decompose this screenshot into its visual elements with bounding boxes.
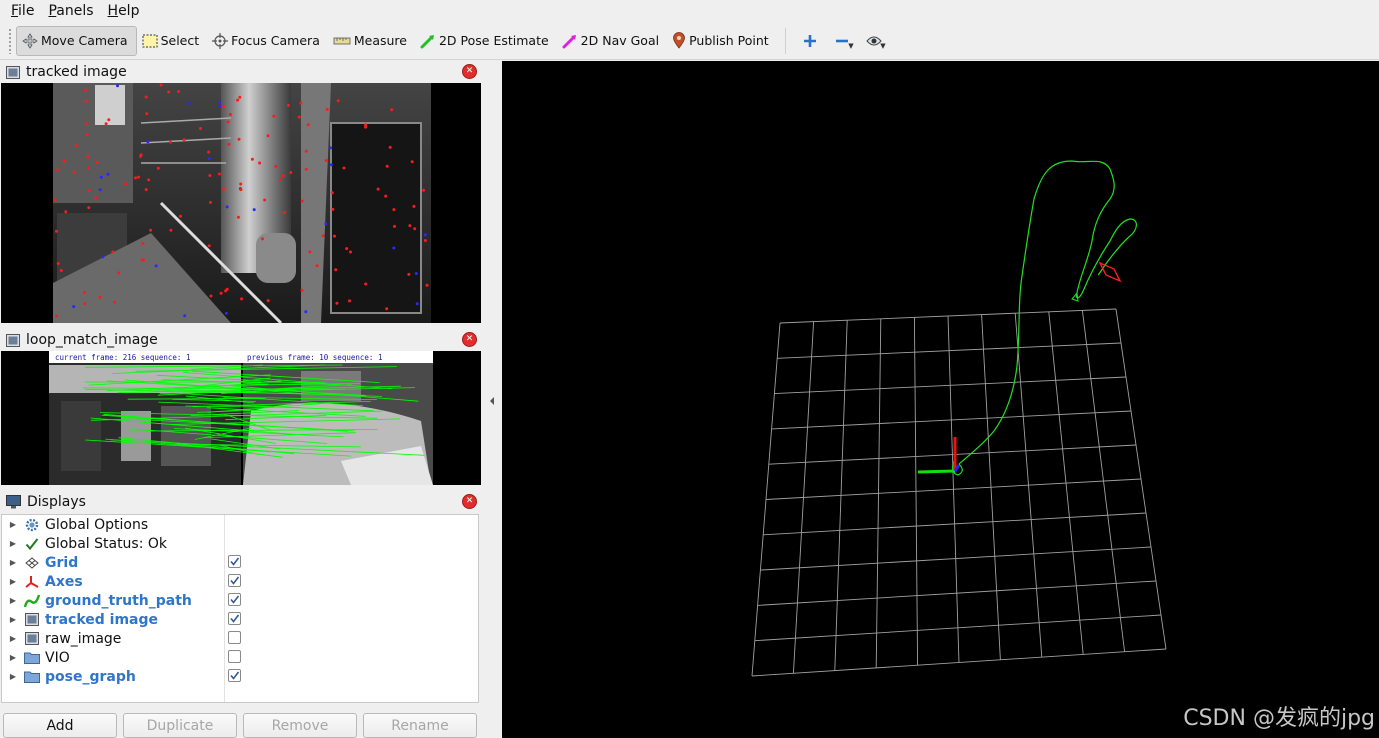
gear-icon — [25, 518, 39, 531]
measure-button[interactable]: Measure — [328, 26, 415, 56]
display-item-pose-graph[interactable]: ▶ pose_graph — [2, 667, 478, 686]
current-frame-label: current frame: 216 sequence: 1 — [55, 353, 190, 362]
display-item-global-status[interactable]: ▶ Global Status: Ok — [2, 534, 478, 553]
trajectory-end-loop — [1071, 291, 1079, 302]
view-options-button[interactable]: ▼ — [858, 26, 890, 56]
grid-icon — [25, 556, 39, 569]
menu-panels[interactable]: Panels — [41, 3, 100, 19]
close-icon[interactable]: ✕ — [462, 64, 477, 79]
collapse-arrow-icon[interactable] — [490, 397, 494, 405]
render-3d-view[interactable]: CSDN @发疯的jpg — [502, 61, 1379, 738]
display-item-tracked-image[interactable]: ▶ tracked image — [2, 610, 478, 629]
expand-arrow-icon[interactable]: ▶ — [6, 596, 20, 605]
displays-tree[interactable]: ▶ Global Options ▶ Global Status: Ok ▶ G… — [1, 514, 479, 703]
display-item-raw-image[interactable]: ▶ raw_image — [2, 629, 478, 648]
toolbar: Move Camera Select Focus Camera Measure … — [0, 22, 1379, 60]
menu-bar: File Panels Help — [0, 0, 1379, 22]
ground-truth-path-checkbox[interactable] — [228, 593, 241, 606]
image-icon — [6, 333, 20, 347]
pose-graph-checkbox[interactable] — [228, 669, 241, 682]
panel-title-bar[interactable]: loop_match_image ✕ — [1, 329, 481, 351]
tracked-image-view[interactable] — [1, 83, 481, 323]
dock-splitter[interactable] — [482, 61, 502, 738]
display-item-ground-truth-path[interactable]: ▶ ground_truth_path — [2, 591, 478, 610]
add-tool-button[interactable] — [794, 26, 826, 56]
duplicate-button[interactable]: Duplicate — [123, 713, 237, 738]
pose-estimate-button[interactable]: 2D Pose Estimate — [415, 26, 557, 56]
select-button[interactable]: Select — [137, 26, 208, 56]
add-button[interactable]: Add — [3, 713, 117, 738]
move-camera-icon — [22, 32, 38, 49]
tracked-image-panel: tracked image ✕ — [1, 61, 481, 323]
image-icon — [25, 632, 39, 645]
image-icon — [6, 65, 20, 79]
toolbar-grip[interactable] — [8, 27, 12, 54]
ground-grid — [751, 308, 1167, 677]
expand-arrow-icon[interactable]: ▶ — [6, 672, 20, 681]
folder-icon — [24, 671, 40, 683]
previous-frame-label: previous frame: 10 sequence: 1 — [247, 353, 382, 362]
menu-help[interactable]: Help — [101, 3, 147, 19]
close-icon[interactable]: ✕ — [462, 332, 477, 347]
eye-icon — [865, 36, 882, 45]
vio-checkbox[interactable] — [228, 650, 241, 663]
watermark-text: CSDN @发疯的jpg — [1183, 706, 1375, 731]
expand-arrow-icon[interactable]: ▶ — [6, 615, 20, 624]
publish-point-button[interactable]: Publish Point — [667, 26, 777, 56]
remove-button[interactable]: Remove — [243, 713, 357, 738]
tracked-image-checkbox[interactable] — [228, 612, 241, 625]
magenta-arrow-icon — [562, 34, 576, 48]
select-icon — [142, 34, 158, 47]
rename-button[interactable]: Rename — [363, 713, 477, 738]
focus-camera-icon — [212, 32, 229, 49]
dropdown-arrow-icon: ▼ — [848, 41, 854, 50]
close-icon[interactable]: ✕ — [462, 494, 477, 509]
plus-icon — [803, 34, 816, 47]
raw-image-checkbox[interactable] — [228, 631, 241, 644]
remove-tool-button[interactable]: ▼ — [826, 26, 858, 56]
displays-panel: Displays ✕ — [1, 491, 481, 513]
map-pin-icon — [673, 32, 685, 49]
loop-match-panel: loop_match_image ✕ current frame: 216 se… — [1, 329, 481, 485]
display-item-axes[interactable]: ▶ Axes — [2, 572, 478, 591]
display-item-global-options[interactable]: ▶ Global Options — [2, 515, 478, 534]
move-camera-button[interactable]: Move Camera — [16, 25, 137, 56]
green-arrow-icon — [420, 34, 434, 48]
expand-arrow-icon[interactable]: ▶ — [6, 520, 20, 529]
scene-canvas — [751, 160, 1167, 677]
image-icon — [25, 613, 39, 626]
nav-goal-button[interactable]: 2D Nav Goal — [557, 26, 667, 56]
focus-camera-button[interactable]: Focus Camera — [207, 26, 328, 56]
loop-match-canvas: current frame: 216 sequence: 1 previous … — [49, 351, 433, 485]
grid-checkbox[interactable] — [228, 555, 241, 568]
panel-title-bar[interactable]: Displays ✕ — [1, 491, 481, 513]
checkmark-icon — [25, 537, 39, 550]
folder-icon — [24, 652, 40, 664]
minus-icon — [835, 39, 848, 42]
expand-arrow-icon[interactable]: ▶ — [6, 634, 20, 643]
expand-arrow-icon[interactable]: ▶ — [6, 539, 20, 548]
path-icon — [24, 594, 40, 607]
monitor-icon — [6, 495, 21, 509]
axes-checkbox[interactable] — [228, 574, 241, 587]
display-item-grid[interactable]: ▶ Grid — [2, 553, 478, 572]
toolbar-separator — [784, 27, 786, 54]
left-dock: tracked image ✕ loop_match_image ✕ curre… — [0, 61, 482, 738]
loop-match-view[interactable]: current frame: 216 sequence: 1 previous … — [1, 351, 481, 485]
display-item-vio[interactable]: ▶ VIO — [2, 648, 478, 667]
expand-arrow-icon[interactable]: ▶ — [6, 653, 20, 662]
tracked-image-canvas — [53, 83, 431, 323]
ruler-icon — [333, 37, 351, 44]
panel-title-bar[interactable]: tracked image ✕ — [1, 61, 481, 83]
expand-arrow-icon[interactable]: ▶ — [6, 577, 20, 586]
axes-icon — [25, 575, 39, 588]
camera-frustum — [1098, 261, 1122, 283]
expand-arrow-icon[interactable]: ▶ — [6, 558, 20, 567]
menu-file[interactable]: File — [4, 3, 41, 19]
dropdown-arrow-icon: ▼ — [880, 41, 886, 50]
